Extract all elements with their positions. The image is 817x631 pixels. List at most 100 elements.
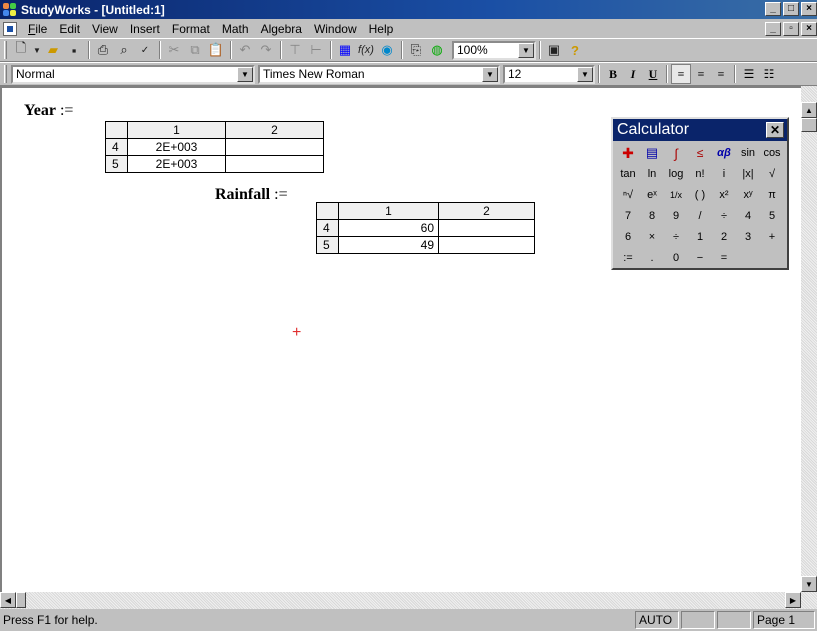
boolean-toolbar-icon[interactable]: ≤: [688, 143, 712, 163]
align-right-icon[interactable]: ≡: [711, 64, 731, 84]
calc-key-0[interactable]: 0: [664, 248, 688, 268]
calc-key-assign[interactable]: :=: [616, 248, 640, 268]
calc-key-equals[interactable]: =: [712, 248, 736, 268]
font-select[interactable]: Times New Roman ▼: [258, 64, 500, 84]
calculator-title-bar[interactable]: Calculator ✕: [613, 119, 787, 141]
insert-unit-icon[interactable]: ◉: [377, 40, 397, 60]
insert-function-icon[interactable]: f(x): [356, 40, 376, 60]
calc-key-minus[interactable]: −: [688, 248, 712, 268]
scroll-down-button[interactable]: ▼: [801, 576, 817, 592]
collaboratory-icon[interactable]: ▣: [544, 40, 564, 60]
year-assignment-label[interactable]: Year :=: [24, 102, 73, 120]
calc-key-9[interactable]: 9: [664, 206, 688, 226]
graph-toolbar-icon[interactable]: ✚: [616, 143, 640, 163]
menu-math[interactable]: Math: [216, 22, 255, 36]
calc-key-8[interactable]: 8: [640, 206, 664, 226]
year-matrix-table[interactable]: 1 2 4 2E+003 5 2E+003: [105, 121, 324, 173]
table-cell[interactable]: 60: [338, 219, 439, 237]
print-preview-icon[interactable]: ⌕: [114, 40, 134, 60]
copy-icon[interactable]: ⧉: [185, 40, 205, 60]
menu-window[interactable]: Window: [308, 22, 363, 36]
calc-key-multiply[interactable]: ×: [640, 227, 664, 247]
menu-view[interactable]: View: [86, 22, 124, 36]
calc-key-abs[interactable]: |x|: [736, 164, 760, 184]
align-center-icon[interactable]: ≡: [691, 64, 711, 84]
table-cell[interactable]: [438, 219, 535, 237]
calc-key-factorial[interactable]: n!: [688, 164, 712, 184]
scroll-thumb[interactable]: [16, 592, 26, 608]
menu-file[interactable]: File: [22, 22, 53, 36]
calc-key-plus[interactable]: +: [760, 227, 784, 247]
rainfall-matrix-table[interactable]: 1 2 4 60 5 49: [316, 202, 535, 254]
calc-key-square[interactable]: x²: [712, 185, 736, 205]
italic-button[interactable]: I: [623, 64, 643, 84]
paste-icon[interactable]: 📋: [206, 40, 226, 60]
spell-check-icon[interactable]: ✓: [135, 40, 155, 60]
cut-icon[interactable]: ✂: [164, 40, 184, 60]
resource-center-icon[interactable]: ⎘: [406, 40, 426, 60]
toolbar-grip[interactable]: [4, 65, 7, 83]
calc-key-sqrt[interactable]: √: [760, 164, 784, 184]
calc-key-inline-divide[interactable]: ÷: [712, 206, 736, 226]
maximize-button[interactable]: □: [783, 2, 799, 16]
menu-help[interactable]: Help: [363, 22, 400, 36]
calc-key-slash[interactable]: /: [688, 206, 712, 226]
chevron-down-icon[interactable]: ▼: [518, 42, 534, 58]
table-cell[interactable]: 2E+003: [127, 155, 226, 173]
underline-button[interactable]: U: [643, 64, 663, 84]
scroll-right-button[interactable]: ▶: [785, 592, 801, 608]
calc-key-imaginary[interactable]: i: [712, 164, 736, 184]
calc-key-5[interactable]: 5: [760, 206, 784, 226]
zoom-select[interactable]: 100% ▼: [452, 40, 536, 60]
minimize-button[interactable]: _: [765, 2, 781, 16]
calc-key-4[interactable]: 4: [736, 206, 760, 226]
menu-insert[interactable]: Insert: [124, 22, 166, 36]
doc-close-button[interactable]: ×: [801, 22, 817, 36]
calc-key-divide[interactable]: ÷: [664, 227, 688, 247]
align-left-text-icon[interactable]: ≡: [671, 64, 691, 84]
calc-key-pi[interactable]: π: [760, 185, 784, 205]
calc-key-power[interactable]: xʸ: [736, 185, 760, 205]
table-cell[interactable]: [438, 236, 535, 254]
chevron-down-icon[interactable]: ▼: [577, 66, 593, 82]
horizontal-scrollbar[interactable]: ◀ ▶: [0, 592, 817, 609]
scroll-left-button[interactable]: ◀: [0, 592, 16, 608]
new-icon[interactable]: 🗋: [11, 40, 31, 60]
close-icon[interactable]: ✕: [766, 122, 784, 138]
vertical-scrollbar[interactable]: ▲ ▼: [801, 86, 817, 592]
calc-key-tan[interactable]: tan: [616, 164, 640, 184]
font-size-select[interactable]: 12 ▼: [503, 64, 595, 84]
scroll-thumb[interactable]: [801, 118, 817, 132]
print-icon[interactable]: ⎙: [93, 40, 113, 60]
calc-key-decimal[interactable]: .: [640, 248, 664, 268]
new-dropdown-icon[interactable]: ▼: [32, 40, 42, 60]
insert-graph-icon[interactable]: ▦: [335, 40, 355, 60]
matrix-toolbar-icon[interactable]: ▤: [640, 143, 664, 163]
bullet-list-icon[interactable]: ☰: [739, 64, 759, 84]
menu-algebra[interactable]: Algebra: [255, 22, 308, 36]
align-top-icon[interactable]: ⊤: [285, 40, 305, 60]
calc-key-nth-root[interactable]: ⁿ√: [616, 185, 640, 205]
calc-key-parens[interactable]: ( ): [688, 185, 712, 205]
table-cell[interactable]: 49: [338, 236, 439, 254]
web-icon[interactable]: ◍: [427, 40, 447, 60]
redo-icon[interactable]: ↷: [256, 40, 276, 60]
table-cell[interactable]: [225, 155, 324, 173]
document-icon[interactable]: [3, 21, 17, 36]
calc-key-6[interactable]: 6: [616, 227, 640, 247]
greek-toolbar-button[interactable]: αβ: [712, 143, 736, 163]
studyworks-app-icon[interactable]: [3, 2, 17, 17]
calc-key-log[interactable]: log: [664, 164, 688, 184]
calculus-toolbar-icon[interactable]: ∫: [664, 143, 688, 163]
doc-minimize-button[interactable]: _: [765, 22, 781, 36]
menu-edit[interactable]: Edit: [53, 22, 86, 36]
open-folder-icon[interactable]: ▰: [43, 40, 63, 60]
calc-key-1[interactable]: 1: [688, 227, 712, 247]
calc-key-3[interactable]: 3: [736, 227, 760, 247]
style-select[interactable]: Normal ▼: [11, 64, 255, 84]
calc-key-reciprocal[interactable]: 1/x: [664, 185, 688, 205]
doc-restore-button[interactable]: ▫: [783, 22, 799, 36]
calc-key-cos[interactable]: cos: [760, 143, 784, 163]
close-button[interactable]: ×: [801, 2, 817, 16]
chevron-down-icon[interactable]: ▼: [482, 66, 498, 82]
